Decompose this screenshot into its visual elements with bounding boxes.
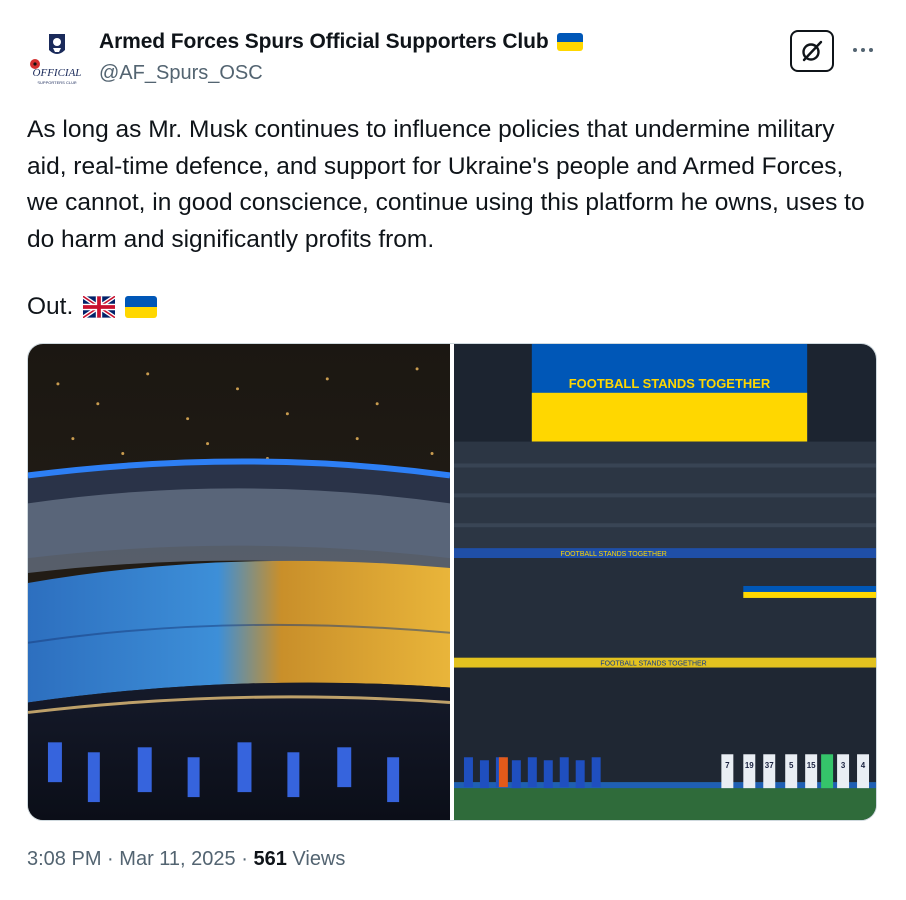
tweet-body: As long as Mr. Musk continues to influen…	[27, 116, 865, 253]
meta-separator: ·	[107, 848, 114, 870]
avatar[interactable]: OFFICIAL SUPPORTERS CLUB	[26, 28, 88, 90]
lower-banner-text: FOOTBALL STANDS TOGETHER	[600, 661, 706, 668]
media-image-stadium-interior[interactable]: FOOTBALL STANDS TOGETHER FOOTBALL STANDS…	[454, 344, 876, 820]
grok-button[interactable]	[790, 30, 834, 72]
author-handle[interactable]: @AF_Spurs_OSC	[99, 62, 263, 85]
views-label: Views	[292, 848, 346, 870]
shirt-number: 5	[789, 761, 794, 770]
tweet-date[interactable]: Mar 11, 2025	[119, 848, 235, 870]
tweet-time[interactable]: 3:08 PM	[27, 848, 101, 870]
stadium-aerial-image	[28, 344, 450, 820]
screen-text: FOOTBALL STANDS TOGETHER	[569, 376, 771, 391]
more-icon-dot	[869, 48, 873, 52]
media-image-stadium-aerial[interactable]	[28, 344, 450, 820]
author-display-name[interactable]: Armed Forces Spurs Official Supporters C…	[99, 30, 549, 54]
tweet-text: As long as Mr. Musk continues to influen…	[27, 112, 867, 258]
avatar-text: OFFICIAL	[33, 67, 82, 79]
shirt-number: 3	[841, 761, 846, 770]
more-button[interactable]	[846, 38, 880, 62]
tweet-closing-line: Out.	[27, 289, 158, 325]
views-count: 561	[253, 848, 287, 870]
stadium-interior-image: FOOTBALL STANDS TOGETHER FOOTBALL STANDS…	[454, 344, 876, 820]
more-icon	[853, 48, 857, 52]
shirt-number: 19	[745, 761, 754, 770]
ukraine-flag-icon	[556, 33, 583, 51]
shirt-number: 15	[807, 761, 816, 770]
shirt-number: 4	[861, 761, 866, 770]
author-name-row: Armed Forces Spurs Official Supporters C…	[99, 30, 583, 54]
tweet-meta: 3:08 PM · Mar 11, 2025 · 561 Views	[27, 848, 345, 871]
meta-separator: ·	[241, 848, 248, 870]
tweet-closing: Out.	[27, 293, 74, 320]
media-gallery: FOOTBALL STANDS TOGETHER FOOTBALL STANDS…	[27, 343, 877, 821]
tweet: OFFICIAL SUPPORTERS CLUB Armed Forces Sp…	[0, 0, 906, 900]
ukraine-flag-icon	[125, 296, 158, 318]
avatar-subtext: SUPPORTERS CLUB	[37, 80, 77, 85]
shirt-number: 7	[725, 761, 730, 770]
upper-banner-text: FOOTBALL STANDS TOGETHER	[560, 551, 666, 558]
grok-icon	[802, 40, 823, 62]
shirt-number: 37	[765, 761, 774, 770]
uk-flag-icon	[83, 296, 116, 318]
more-icon-dot	[861, 48, 865, 52]
